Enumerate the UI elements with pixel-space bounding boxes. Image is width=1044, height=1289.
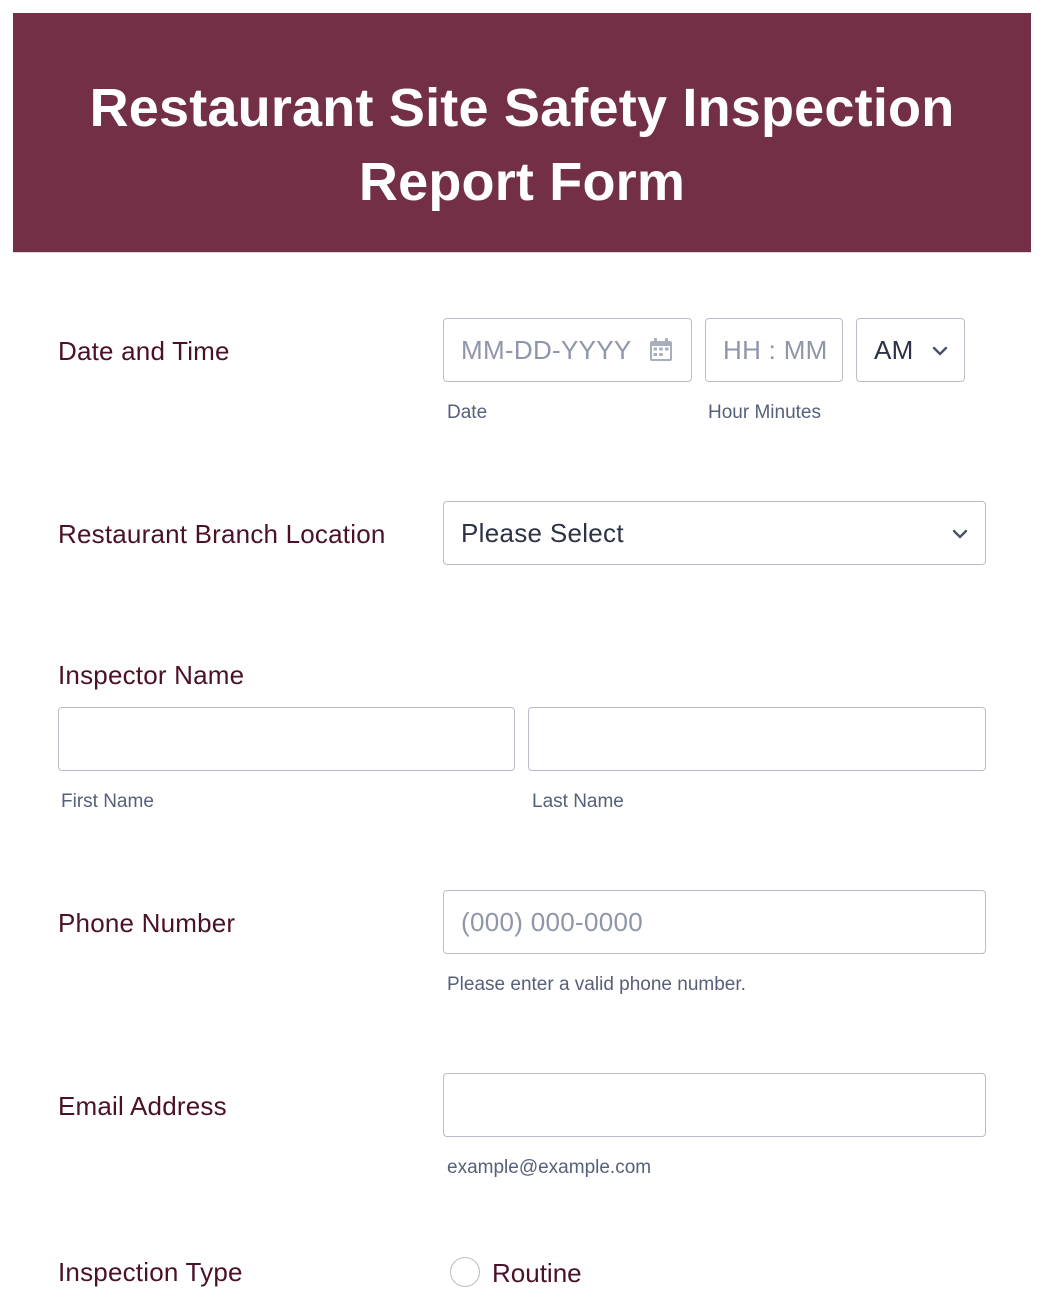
date-placeholder: MM-DD-YYYY <box>461 335 632 365</box>
calendar-icon[interactable] <box>649 338 673 362</box>
email-label: Email Address <box>58 1091 227 1121</box>
chevron-down-icon <box>932 346 948 356</box>
inspector-name-label: Inspector Name <box>58 660 245 690</box>
time-placeholder: HH : MM <box>723 335 828 365</box>
last-name-input[interactable] <box>528 707 986 771</box>
email-input[interactable] <box>443 1073 986 1137</box>
date-input[interactable]: MM-DD-YYYY <box>443 318 692 382</box>
ampm-select[interactable]: AM <box>856 318 965 382</box>
first-name-sublabel: First Name <box>61 791 154 812</box>
date-time-label: Date and Time <box>58 336 230 366</box>
branch-location-select[interactable]: Please Select <box>443 501 986 565</box>
form-title: Restaurant Site Safety Inspection Report… <box>89 78 955 212</box>
phone-sublabel: Please enter a valid phone number. <box>447 974 746 995</box>
time-input[interactable]: HH : MM <box>705 318 843 382</box>
last-name-sublabel: Last Name <box>532 791 624 812</box>
radio-routine[interactable] <box>450 1257 480 1287</box>
branch-location-value: Please Select <box>461 518 624 548</box>
first-name-input[interactable] <box>58 707 515 771</box>
chevron-down-icon <box>952 529 968 539</box>
radio-routine-label[interactable]: Routine <box>492 1257 582 1289</box>
form-header: Restaurant Site Safety Inspection Report… <box>13 13 1031 252</box>
date-sublabel: Date <box>447 402 488 423</box>
time-sublabel: Hour Minutes <box>708 402 821 423</box>
ampm-value: AM <box>874 335 914 365</box>
phone-label: Phone Number <box>58 908 236 938</box>
branch-location-label: Restaurant Branch Location <box>58 519 386 549</box>
phone-input[interactable]: (000) 000-0000 <box>443 890 986 954</box>
phone-placeholder: (000) 000-0000 <box>461 907 643 937</box>
email-sublabel: example@example.com <box>447 1157 652 1178</box>
inspection-type-label: Inspection Type <box>58 1257 243 1287</box>
